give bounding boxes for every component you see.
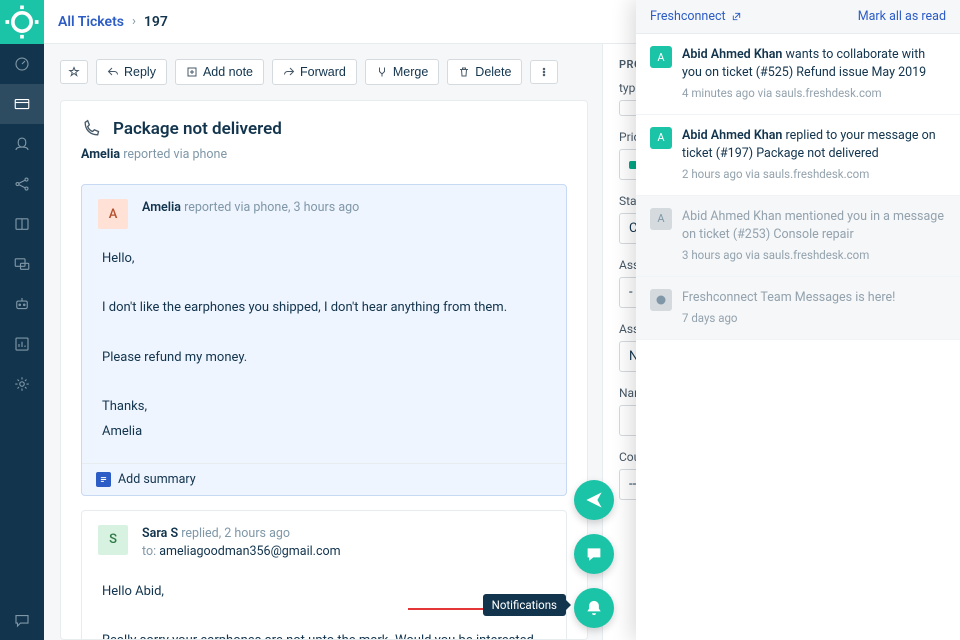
- reply-button[interactable]: Reply: [96, 59, 167, 85]
- delete-button[interactable]: Delete: [447, 59, 522, 85]
- nav-forums[interactable]: [0, 244, 44, 284]
- notification-item[interactable]: Freshconnect Team Messages is here!7 day…: [636, 277, 960, 340]
- mark-all-read-link[interactable]: Mark all as read: [858, 9, 946, 24]
- to-value: ameliagoodman356@gmail.com: [159, 544, 340, 559]
- notification-item[interactable]: A Abid Ahmed Khan mentioned you in a mes…: [636, 196, 960, 277]
- to-label: to:: [142, 544, 156, 559]
- message-meta: reported via phone, 3 hours ago: [184, 200, 359, 215]
- external-link-icon: [731, 11, 742, 22]
- notification-item[interactable]: A Abid Ahmed Khan replied to your messag…: [636, 115, 960, 196]
- ticket-toolbar: Reply Add note Forward Merge Delete: [60, 54, 588, 90]
- notification-meta: 3 hours ago via sauls.freshdesk.com: [682, 247, 946, 264]
- message-card-customer: A Amelia reported via phone, 3 hours ago…: [81, 184, 567, 496]
- notification-meta: 7 days ago: [682, 310, 895, 327]
- avatar: S: [98, 525, 128, 555]
- nav-tickets[interactable]: [0, 84, 44, 124]
- avatar: A: [650, 208, 672, 230]
- notifications-fab[interactable]: [574, 588, 614, 628]
- notification-item[interactable]: A Abid Ahmed Khan wants to collaborate w…: [636, 34, 960, 115]
- reporter-name: Amelia: [81, 147, 120, 162]
- nav-solutions[interactable]: [0, 204, 44, 244]
- avatar: A: [650, 46, 672, 68]
- message-card-agent: S Sara S replied, 2 hours ago to: amelia…: [81, 510, 567, 640]
- avatar: A: [98, 199, 128, 229]
- nav-rail: [0, 0, 44, 640]
- add-summary-button[interactable]: Add summary: [96, 472, 552, 487]
- star-button[interactable]: [60, 60, 88, 84]
- add-note-button[interactable]: Add note: [175, 59, 264, 85]
- reported-via: reported via phone: [123, 147, 227, 162]
- breadcrumb-current: 197: [144, 14, 168, 30]
- nav-contacts[interactable]: [0, 124, 44, 164]
- message-author: Amelia: [142, 200, 181, 215]
- nav-freshconnect[interactable]: [0, 600, 44, 640]
- forward-button[interactable]: Forward: [272, 59, 357, 85]
- ticket-title: Package not delivered: [113, 119, 282, 139]
- nav-social[interactable]: [0, 164, 44, 204]
- fab-column: [574, 480, 614, 628]
- summary-icon: [96, 472, 111, 487]
- merge-button[interactable]: Merge: [365, 59, 439, 85]
- freshconnect-panel: Freshconnect Mark all as read A Abid Ahm…: [636, 0, 960, 640]
- phone-icon: [81, 119, 101, 139]
- chevron-right-icon: ›: [132, 14, 136, 29]
- message-body: Hello, I don't like the earphones you sh…: [82, 243, 566, 463]
- chat-fab[interactable]: [574, 534, 614, 574]
- nav-dashboard[interactable]: [0, 44, 44, 84]
- breadcrumb-root[interactable]: All Tickets: [58, 14, 124, 30]
- notification-meta: 4 minutes ago via sauls.freshdesk.com: [682, 85, 946, 102]
- more-button[interactable]: [530, 60, 558, 84]
- message-meta: replied, 2 hours ago: [181, 526, 290, 541]
- brand-tile[interactable]: [0, 0, 44, 44]
- notification-meta: 2 hours ago via sauls.freshdesk.com: [682, 166, 946, 183]
- nav-bot[interactable]: [0, 284, 44, 324]
- freshconnect-link[interactable]: Freshconnect: [650, 9, 742, 24]
- notifications-tooltip: Notifications: [483, 594, 566, 616]
- freshconnect-icon: [650, 289, 672, 311]
- nav-reports[interactable]: [0, 324, 44, 364]
- ticket-content: Package not delivered Amelia reported vi…: [60, 100, 588, 640]
- avatar: A: [650, 127, 672, 149]
- send-fab[interactable]: [574, 480, 614, 520]
- message-author: Sara S: [142, 526, 178, 541]
- nav-admin[interactable]: [0, 364, 44, 404]
